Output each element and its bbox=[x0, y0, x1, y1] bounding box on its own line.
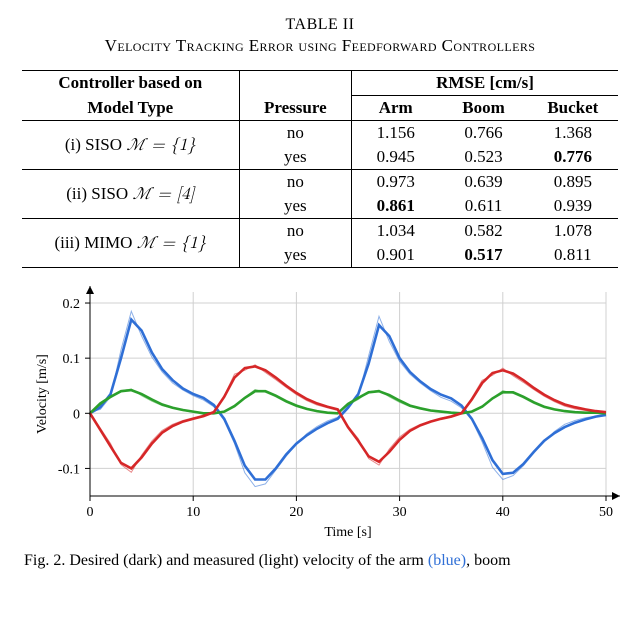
cell-boom: 0.639 bbox=[439, 170, 527, 195]
series-boom-measured bbox=[90, 389, 606, 414]
table-row-label: (ii) SISO ℳ = [4] bbox=[22, 170, 239, 219]
th-rmse: RMSE [cm/s] bbox=[352, 71, 618, 96]
ytick-label: 0.2 bbox=[63, 297, 81, 312]
cell-arm: 0.901 bbox=[352, 243, 440, 268]
rmse-table: Controller based on RMSE [cm/s] Model Ty… bbox=[22, 70, 618, 268]
cell-arm: 0.861 bbox=[352, 194, 440, 219]
xtick-label: 30 bbox=[393, 505, 407, 520]
figure-caption: Fig. 2. Desired (dark) and measured (lig… bbox=[24, 552, 616, 570]
cell-bucket: 0.811 bbox=[528, 243, 618, 268]
table-caption: Velocity Tracking Error using Feedforwar… bbox=[22, 36, 618, 56]
cell-pressure: yes bbox=[239, 243, 351, 268]
ytick-label: -0.1 bbox=[58, 462, 80, 477]
fig-caption-blue: (blue) bbox=[428, 552, 466, 569]
xtick-label: 50 bbox=[599, 505, 613, 520]
xlabel: Time [s] bbox=[324, 525, 371, 540]
cell-boom: 0.523 bbox=[439, 145, 527, 170]
th-arm: Arm bbox=[352, 96, 440, 121]
th-model-l2: Model Type bbox=[22, 96, 239, 121]
series-boom-desired bbox=[90, 390, 606, 413]
fig-caption-suffix: , boom bbox=[466, 552, 510, 569]
cell-pressure: yes bbox=[239, 194, 351, 219]
xtick-label: 40 bbox=[496, 505, 510, 520]
xtick-label: 10 bbox=[186, 505, 200, 520]
th-pressure-blank bbox=[239, 71, 351, 96]
th-bucket: Bucket bbox=[528, 96, 618, 121]
series-bucket-desired bbox=[90, 366, 606, 468]
cell-bucket: 0.776 bbox=[528, 145, 618, 170]
ylabel: Velocity [m/s] bbox=[35, 354, 50, 434]
xtick-label: 0 bbox=[87, 505, 94, 520]
cell-bucket: 0.939 bbox=[528, 194, 618, 219]
th-model-l1: Controller based on bbox=[22, 71, 239, 96]
cell-pressure: yes bbox=[239, 145, 351, 170]
cell-pressure: no bbox=[239, 170, 351, 195]
cell-boom: 0.611 bbox=[439, 194, 527, 219]
cell-pressure: no bbox=[239, 121, 351, 146]
cell-pressure: no bbox=[239, 219, 351, 244]
table-label: TABLE II bbox=[22, 16, 618, 34]
velocity-chart: 0 10 20 30 40 50 -0.1 0 0.1 0.2 Time [s] Velocity [… bbox=[28, 282, 624, 542]
cell-boom: 0.582 bbox=[439, 219, 527, 244]
xtick-label: 20 bbox=[289, 505, 303, 520]
table-row-label: (i) SISO ℳ = {1} bbox=[22, 121, 239, 170]
cell-bucket: 1.078 bbox=[528, 219, 618, 244]
cell-arm: 0.973 bbox=[352, 170, 440, 195]
cell-arm: 0.945 bbox=[352, 145, 440, 170]
cell-boom: 0.517 bbox=[439, 243, 527, 268]
table-row-label: (iii) MIMO ℳ = {1} bbox=[22, 219, 239, 268]
cell-arm: 1.156 bbox=[352, 121, 440, 146]
cell-boom: 0.766 bbox=[439, 121, 527, 146]
th-boom: Boom bbox=[439, 96, 527, 121]
cell-arm: 1.034 bbox=[352, 219, 440, 244]
fig-caption-prefix: Fig. 2. Desired (dark) and measured (lig… bbox=[24, 552, 428, 569]
cell-bucket: 0.895 bbox=[528, 170, 618, 195]
ytick-label: 0.1 bbox=[63, 352, 81, 367]
ytick-label: 0 bbox=[73, 407, 80, 422]
cell-bucket: 1.368 bbox=[528, 121, 618, 146]
th-pressure: Pressure bbox=[239, 96, 351, 121]
